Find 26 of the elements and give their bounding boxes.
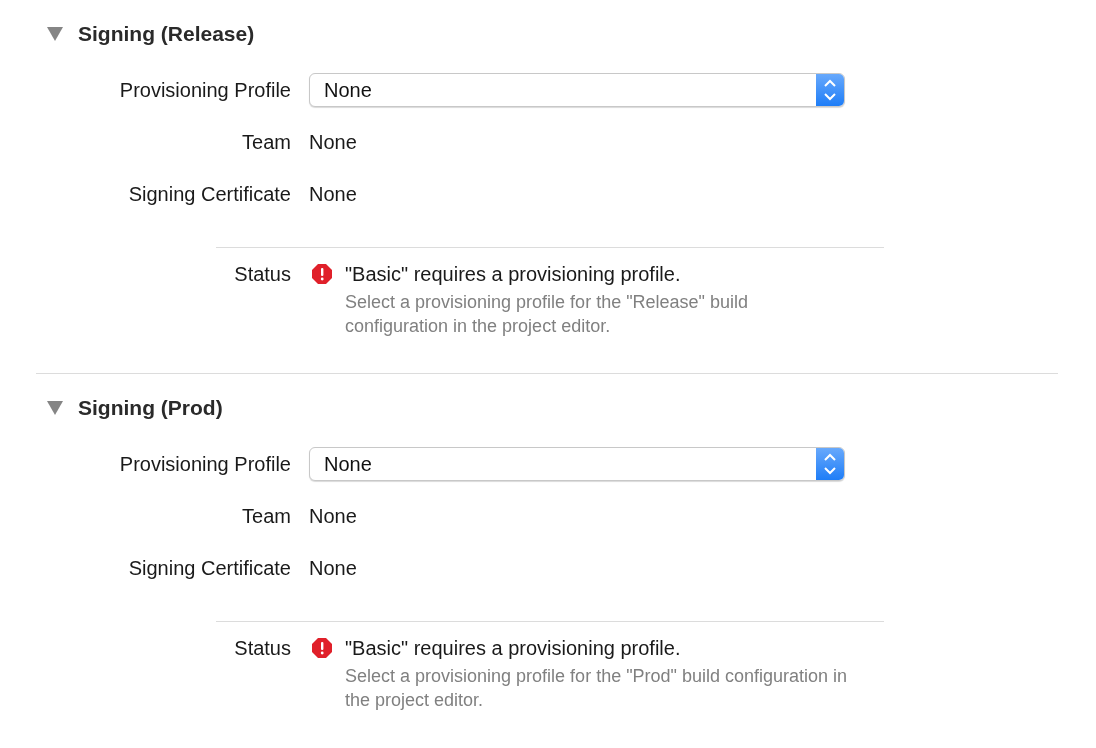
- section-title: Signing (Release): [78, 22, 255, 46]
- field-label: Signing Certificate: [127, 182, 291, 206]
- field-label: Provisioning Profile: [118, 452, 291, 476]
- disclosure-triangle-icon[interactable]: [46, 400, 64, 416]
- profile-popup-button[interactable]: None: [309, 73, 845, 107]
- field-label: Team: [241, 504, 291, 528]
- field-label: Provisioning Profile: [118, 78, 291, 102]
- field-value: None: [309, 182, 358, 206]
- field-label: Signing Certificate: [127, 556, 291, 580]
- error-icon: [311, 637, 333, 659]
- status-message: "Basic" requires a provisioning profile.: [345, 636, 682, 660]
- status-message: "Basic" requires a provisioning profile.: [345, 262, 682, 286]
- status-detail: Select a provisioning profile for the "Release" build configuration in the project editor.: [345, 291, 749, 338]
- field-label: Team: [241, 130, 291, 154]
- section-title: Signing (Prod): [78, 396, 223, 420]
- field-value: None: [309, 130, 358, 154]
- disclosure-triangle-icon[interactable]: [46, 26, 64, 42]
- stepper-chevrons-icon: [816, 448, 844, 480]
- field-value: None: [309, 556, 358, 580]
- profile-popup-button[interactable]: None: [309, 447, 845, 481]
- field-label: Status: [233, 636, 291, 661]
- field-label: Status: [233, 262, 291, 287]
- error-icon: [311, 263, 333, 285]
- field-value: None: [309, 504, 358, 528]
- status-detail: Select a provisioning profile for the "Prod" build configuration in the project editor.: [345, 665, 849, 712]
- stepper-chevrons-icon: [816, 74, 844, 106]
